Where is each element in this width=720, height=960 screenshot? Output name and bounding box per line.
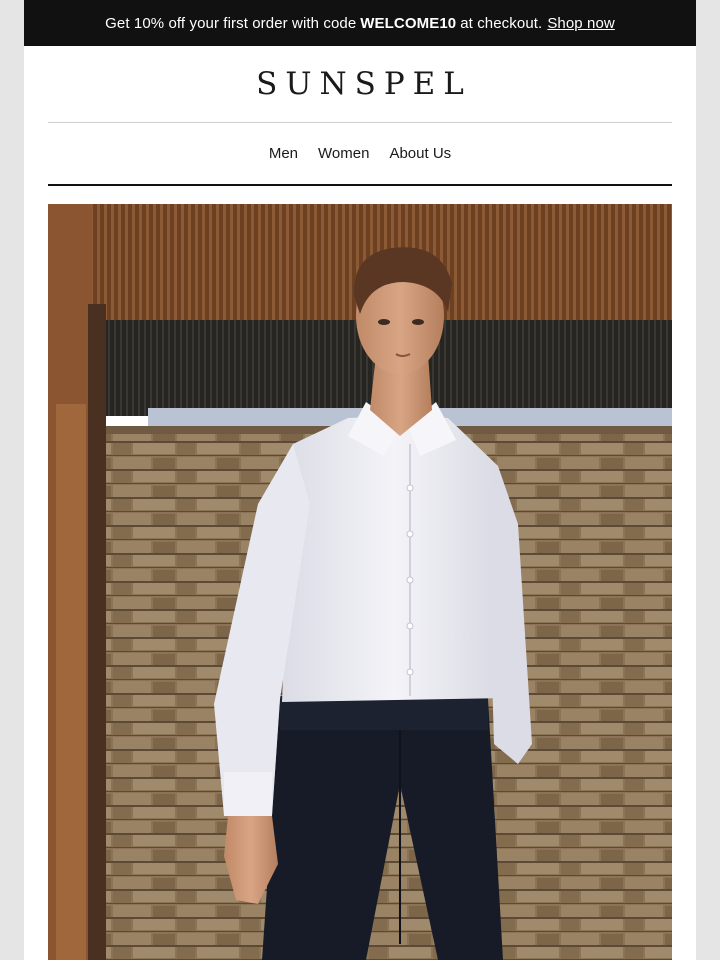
- main-nav: Men Women About Us: [24, 123, 696, 184]
- hero-image[interactable]: [48, 204, 672, 960]
- nav-item-women[interactable]: Women: [318, 145, 369, 162]
- promo-suffix: at checkout.: [460, 14, 543, 32]
- nav-item-about-us[interactable]: About Us: [389, 145, 451, 162]
- brand-logo[interactable]: SUNSPEL: [248, 66, 472, 102]
- shop-now-link[interactable]: Shop now: [547, 15, 615, 32]
- nav-item-men[interactable]: Men: [269, 145, 298, 162]
- promo-text: Get 10% off your first order with code: [105, 14, 357, 32]
- email-container: Get 10% off your first order with code W…: [24, 0, 696, 960]
- promo-bar: Get 10% off your first order with code W…: [24, 0, 696, 46]
- header: SUNSPEL: [24, 46, 696, 122]
- nav-divider: [48, 184, 672, 186]
- hero-photo: [48, 204, 672, 960]
- promo-code: WELCOME10: [360, 14, 457, 32]
- shirt: [282, 416, 508, 702]
